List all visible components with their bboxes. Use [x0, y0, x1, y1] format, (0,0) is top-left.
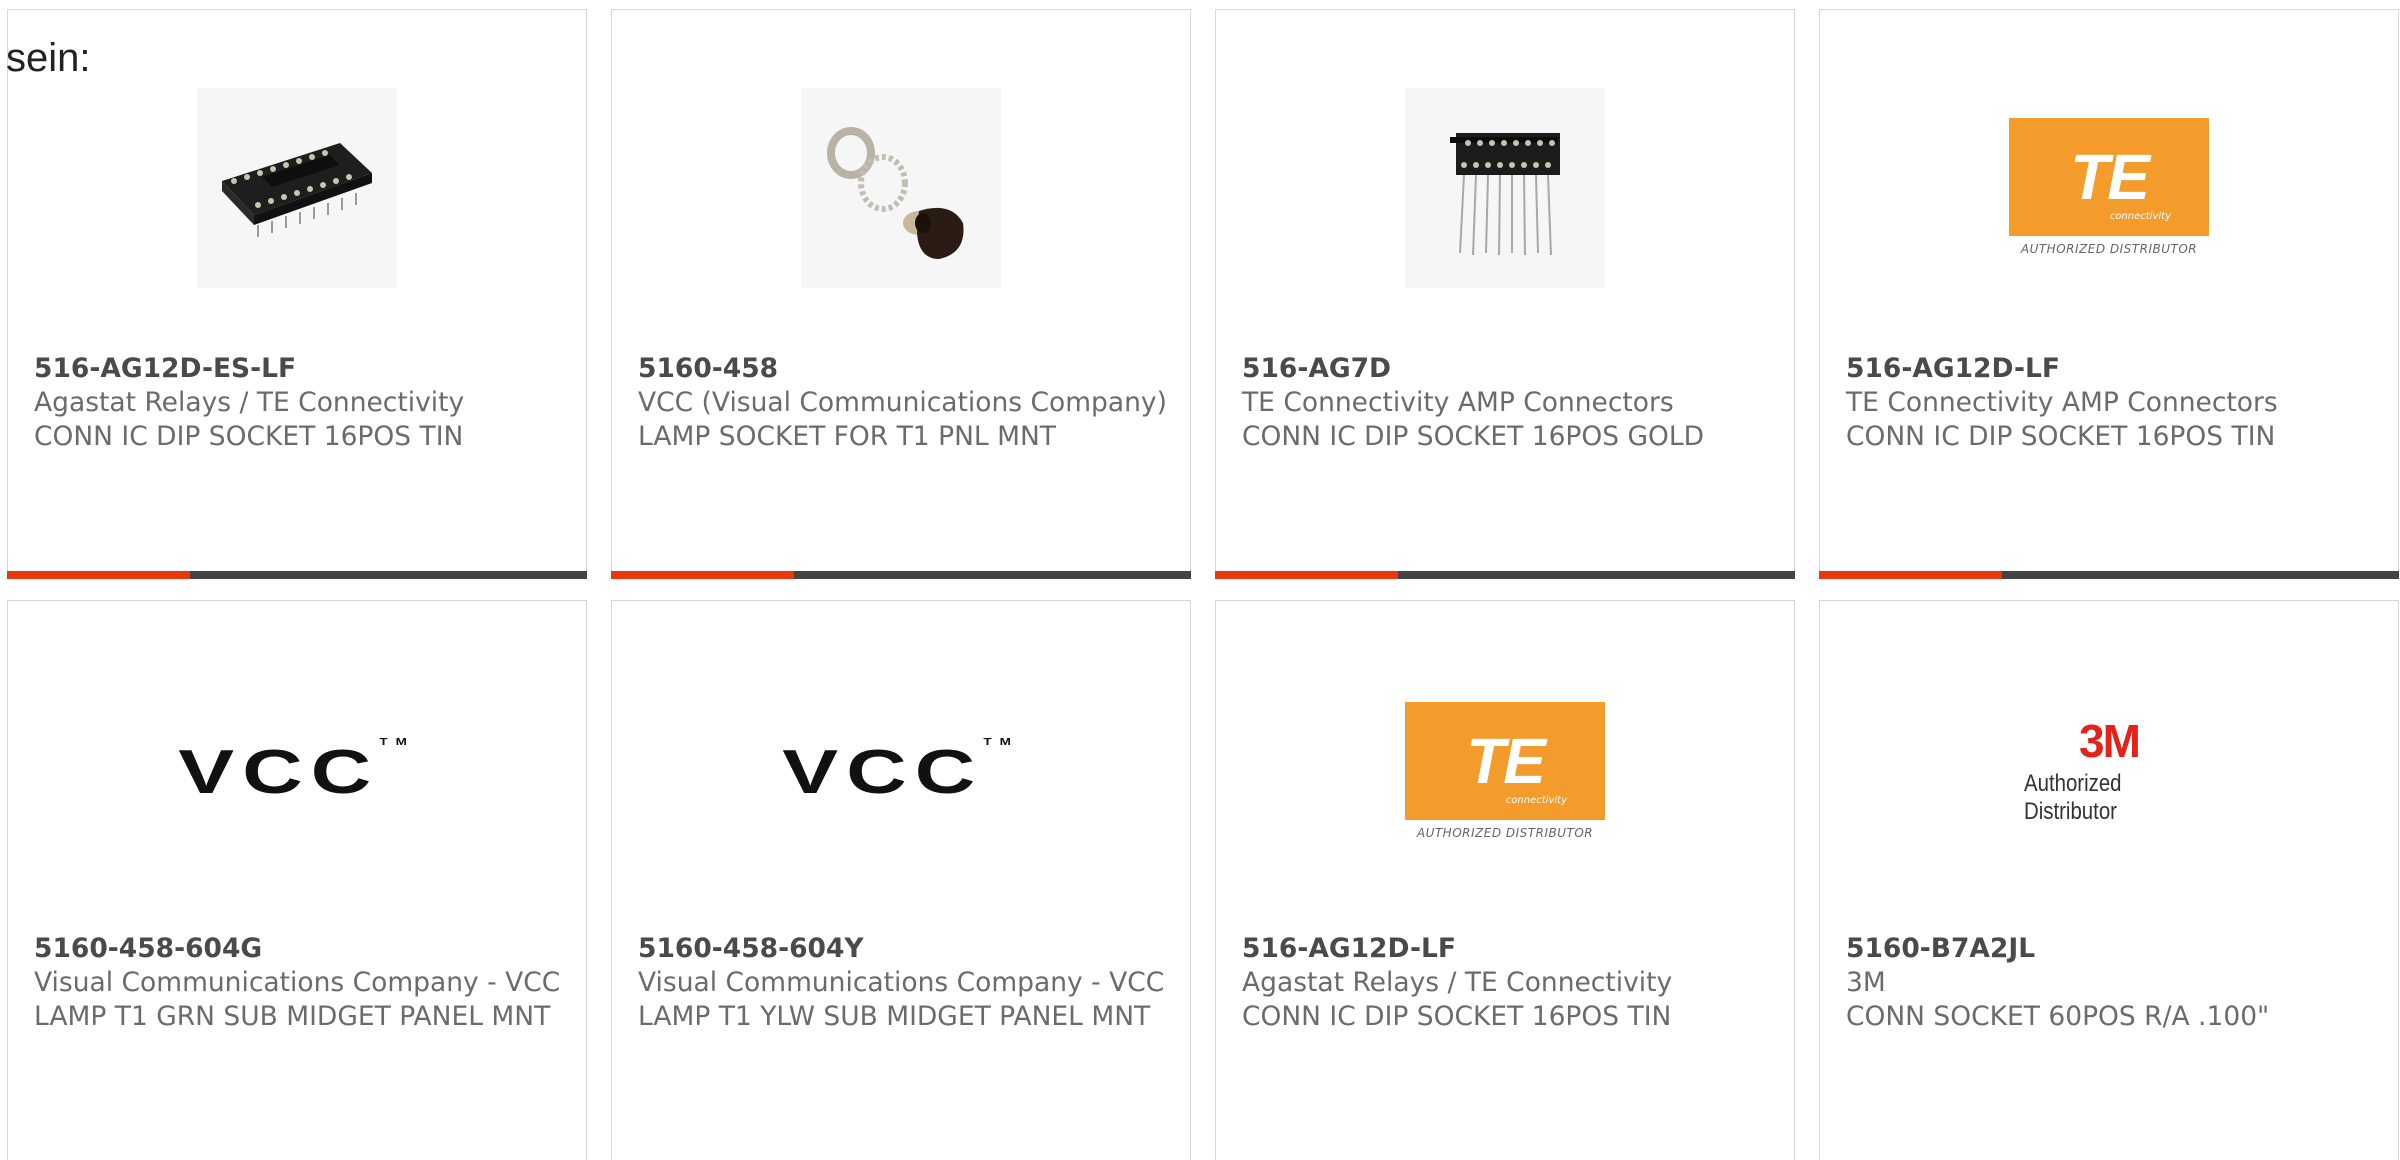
product-card[interactable]: 516-AG12D-ES-LF Agastat Relays / TE Conn… [7, 9, 587, 579]
manufacturer: 3M [1846, 967, 1886, 998]
part-number[interactable]: 516-AG12D-LF [1242, 932, 1774, 966]
card-bottom-bar [1819, 571, 2399, 579]
description: CONN IC DIP SOCKET 16POS TIN [1242, 1001, 1672, 1032]
description: LAMP SOCKET FOR T1 PNL MNT [638, 421, 1056, 452]
product-info: 5160-458-604G Visual Communications Comp… [34, 932, 566, 1034]
product-info: 516-AG12D-LF Agastat Relays / TE Connect… [1242, 932, 1774, 1034]
dip-socket-image[interactable] [197, 88, 397, 288]
part-number[interactable]: 5160-458-604G [34, 932, 566, 966]
vcc-logo: VCCTM [782, 736, 1020, 807]
3m-authorized-text: Authorized Distributor [2024, 770, 2122, 825]
te-logo-image[interactable]: TE connectivity AUTHORIZED DISTRIBUTOR [2009, 88, 2209, 288]
te-authorized-text: AUTHORIZED DISTRIBUTOR [1416, 826, 1594, 840]
part-number[interactable]: 5160-458-604Y [638, 932, 1170, 966]
product-info: 5160-458-604Y Visual Communications Comp… [638, 932, 1170, 1034]
3m-logo-image[interactable]: 3M Authorized Distributor [2009, 672, 2209, 872]
dip-socket-pins-image[interactable] [1405, 88, 1605, 288]
te-logo: TE connectivity AUTHORIZED DISTRIBUTOR [1405, 702, 1605, 842]
description: CONN IC DIP SOCKET 16POS GOLD [1242, 421, 1705, 452]
te-logo-sub: connectivity [1505, 795, 1567, 806]
card-bottom-bar [7, 571, 587, 579]
vcc-logo-image[interactable]: VCCTM [179, 672, 407, 872]
part-number[interactable]: 5160-B7A2JL [1846, 932, 2378, 966]
3m-logo: 3M Authorized Distributor [2009, 718, 2209, 826]
part-number[interactable]: 516-AG12D-ES-LF [34, 352, 566, 386]
te-logo-mark: TE [2070, 141, 2150, 213]
manufacturer: Agastat Relays / TE Connectivity [1242, 967, 1673, 998]
manufacturer: Visual Communications Company - VCC [34, 967, 561, 998]
lamp-socket-image[interactable] [801, 88, 1001, 288]
card-accent [1215, 571, 1398, 579]
te-authorized-text: AUTHORIZED DISTRIBUTOR [2020, 242, 2198, 256]
part-number[interactable]: 516-AG7D [1242, 352, 1774, 386]
product-card[interactable]: TE connectivity AUTHORIZED DISTRIBUTOR 5… [1819, 9, 2399, 579]
manufacturer: Agastat Relays / TE Connectivity [34, 387, 465, 418]
card-bottom-bar [1215, 571, 1795, 579]
3m-logo-mark: 3M [2079, 715, 2141, 767]
manufacturer: TE Connectivity AMP Connectors [1846, 387, 2278, 418]
product-info: 5160-458 VCC (Visual Communications Comp… [638, 352, 1170, 454]
product-card[interactable]: VCCTM 5160-458-604G Visual Communication… [7, 600, 587, 1160]
te-logo-image[interactable]: TE connectivity AUTHORIZED DISTRIBUTOR [1405, 672, 1605, 872]
product-card[interactable]: VCCTM 5160-458-604Y Visual Communication… [611, 600, 1191, 1160]
te-logo: TE connectivity AUTHORIZED DISTRIBUTOR [2009, 118, 2209, 258]
card-accent [1819, 571, 2002, 579]
intro-text: sein: [6, 36, 91, 80]
te-logo-sub: connectivity [2109, 211, 2171, 222]
product-info: 516-AG7D TE Connectivity AMP Connectors … [1242, 352, 1774, 454]
description: CONN IC DIP SOCKET 16POS TIN [34, 421, 464, 452]
manufacturer: VCC (Visual Communications Company) [638, 387, 1167, 418]
product-info: 5160-B7A2JL 3M CONN SOCKET 60POS R/A .10… [1846, 932, 2378, 1034]
card-accent [7, 571, 190, 579]
product-card[interactable]: 3M Authorized Distributor 5160-B7A2JL 3M… [1819, 600, 2399, 1160]
card-accent [611, 571, 794, 579]
manufacturer: TE Connectivity AMP Connectors [1242, 387, 1674, 418]
card-bottom-bar [611, 571, 1191, 579]
manufacturer: Visual Communications Company - VCC [638, 967, 1165, 998]
product-card[interactable]: 5160-458 VCC (Visual Communications Comp… [611, 9, 1191, 579]
product-info: 516-AG12D-ES-LF Agastat Relays / TE Conn… [34, 352, 566, 454]
part-number[interactable]: 516-AG12D-LF [1846, 352, 2378, 386]
te-logo-mark: TE [1466, 725, 1546, 797]
product-card[interactable]: TE connectivity AUTHORIZED DISTRIBUTOR 5… [1215, 600, 1795, 1160]
product-card[interactable]: 516-AG7D TE Connectivity AMP Connectors … [1215, 9, 1795, 579]
description: LAMP T1 YLW SUB MIDGET PANEL MNT [638, 1001, 1151, 1032]
vcc-logo-image[interactable]: VCCTM [783, 672, 1011, 872]
description: LAMP T1 GRN SUB MIDGET PANEL MNT [34, 1001, 551, 1032]
description: CONN IC DIP SOCKET 16POS TIN [1846, 421, 2276, 452]
product-info: 516-AG12D-LF TE Connectivity AMP Connect… [1846, 352, 2378, 454]
part-number[interactable]: 5160-458 [638, 352, 1170, 386]
description: CONN SOCKET 60POS R/A .100" [1846, 1001, 2270, 1032]
vcc-logo: VCCTM [178, 736, 416, 807]
